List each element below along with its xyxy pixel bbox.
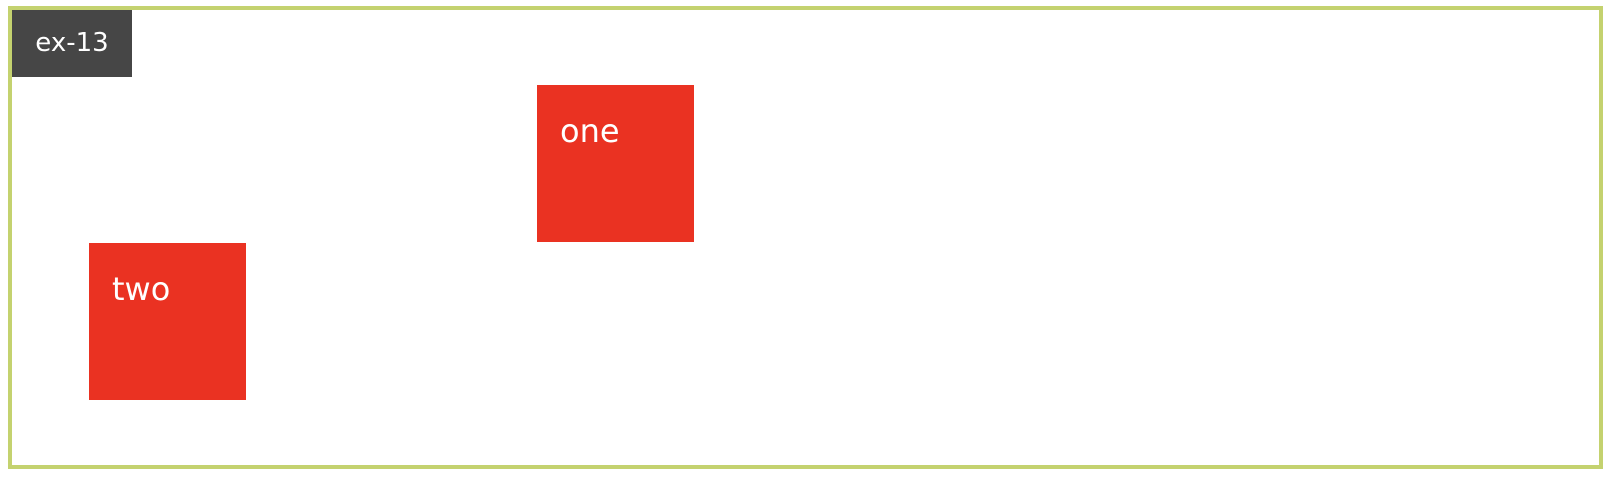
box-two: two [89,243,246,400]
example-frame: ex-13 one two [8,6,1603,469]
example-label: ex-13 [12,10,132,77]
box-one: one [537,85,694,242]
